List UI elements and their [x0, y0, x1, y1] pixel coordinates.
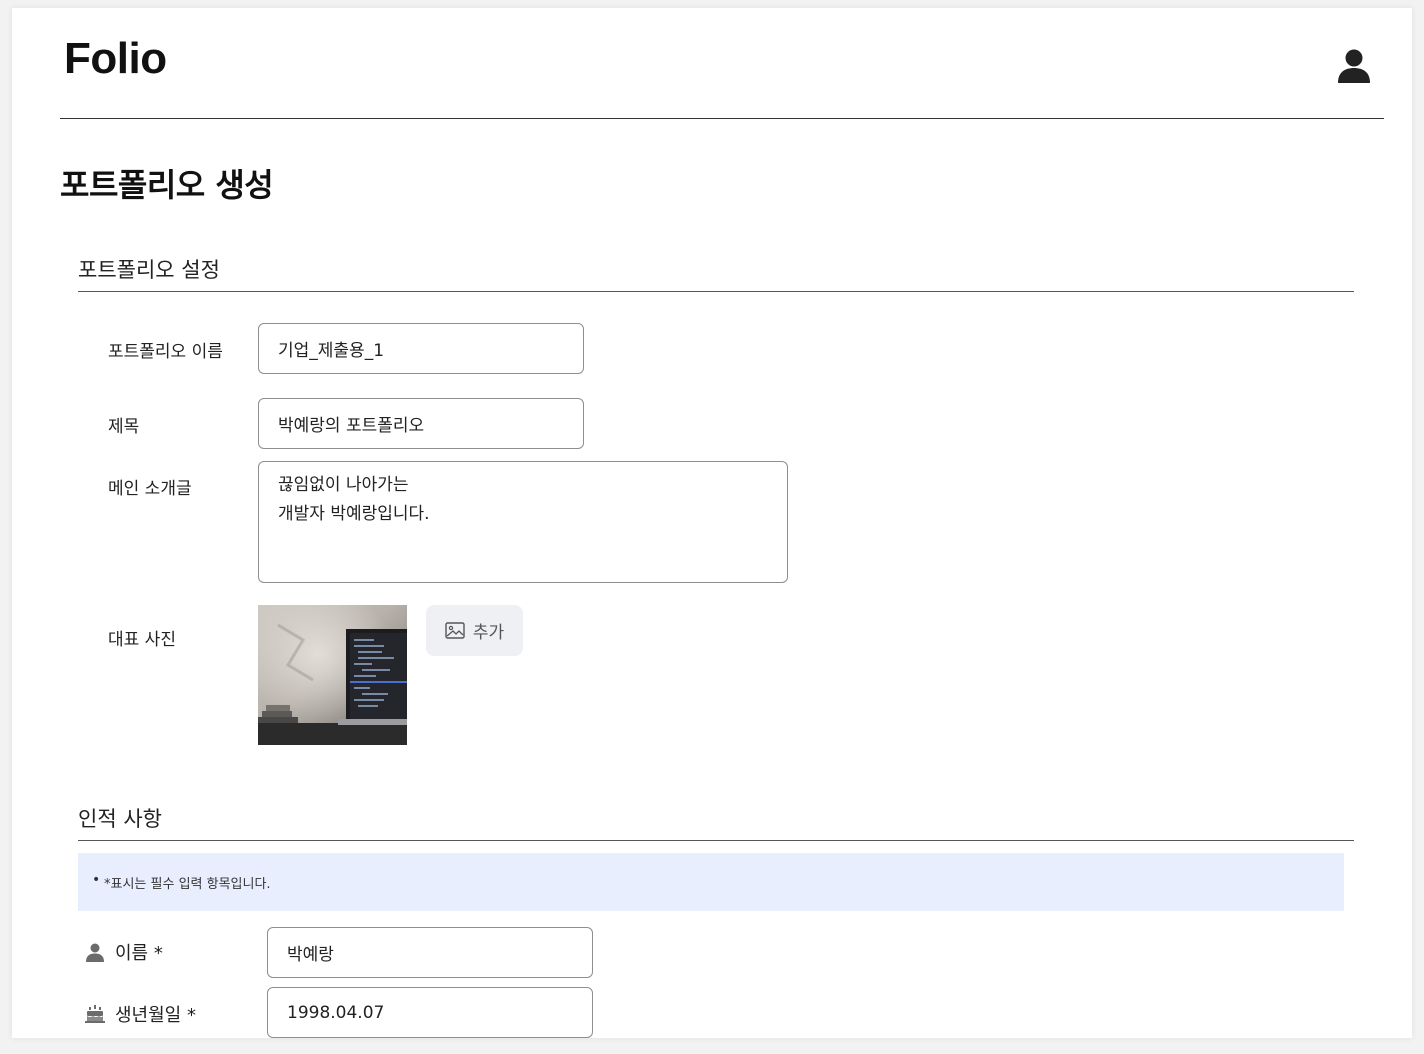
title-input[interactable]: [258, 398, 584, 449]
image-icon: [445, 622, 465, 639]
add-button-label: 추가: [472, 623, 505, 643]
section-title: 포트폴리오 설정: [78, 258, 220, 282]
name-label-row: 이름 *: [85, 939, 163, 965]
page-title: 포트폴리오 생성: [60, 166, 274, 204]
birth-label-row: 생년월일 *: [85, 1001, 196, 1027]
header: Folio: [60, 8, 1384, 119]
section-personal-info: 인적 사항: [78, 803, 1354, 841]
photo-image: [258, 605, 407, 745]
intro-textarea[interactable]: 끊임없이 나아가는 개발자 박예랑입니다.: [258, 461, 788, 583]
intro-label: 메인 소개글: [108, 479, 192, 499]
required-notice: *표시는 필수 입력 항목입니다.: [78, 853, 1344, 911]
add-photo-button[interactable]: 추가: [426, 605, 523, 656]
photo-label: 대표 사진: [108, 630, 176, 650]
representative-photo: [258, 605, 407, 745]
portfolio-name-label: 포트폴리오 이름: [108, 342, 223, 362]
portfolio-name-input[interactable]: [258, 323, 584, 374]
name-label: 이름 *: [115, 943, 163, 964]
section-title: 인적 사항: [78, 807, 162, 831]
page-card: Folio 포트폴리오 생성 포트폴리오 설정 포트폴리오 이름 제목 메인 소…: [12, 8, 1412, 1038]
title-label: 제목: [108, 417, 140, 437]
user-icon: [1338, 49, 1370, 83]
birthdate-input[interactable]: [267, 987, 593, 1038]
cake-icon: [85, 1005, 105, 1023]
user-button[interactable]: [1334, 46, 1374, 86]
birth-label: 생년월일 *: [115, 1005, 196, 1026]
notice-text: *표시는 필수 입력 항목입니다.: [92, 872, 271, 892]
name-input[interactable]: [267, 927, 593, 978]
section-portfolio-settings: 포트폴리오 설정: [78, 254, 1354, 292]
logo[interactable]: Folio: [64, 34, 167, 84]
person-icon: [86, 943, 104, 962]
